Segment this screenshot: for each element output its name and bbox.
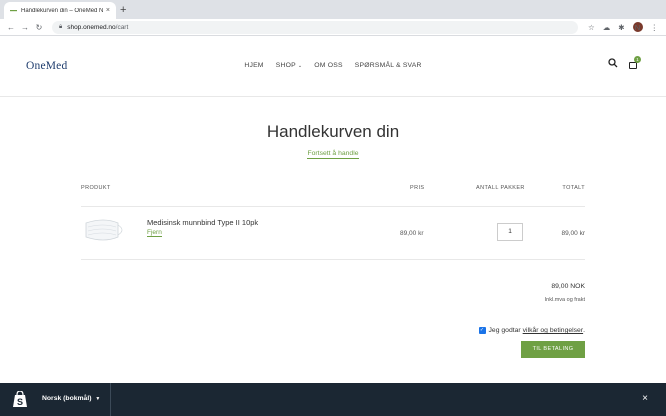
language-bar: S Norsk (bokmål) ▼ × (0, 383, 666, 416)
url-path: /cart (115, 23, 129, 31)
lock-icon: 🔒︎ (59, 23, 63, 30)
terms-checkbox[interactable]: ✓ (478, 327, 486, 334)
browser-toolbar-icons: ☆ ☁ ✱ N ⋮ (584, 22, 662, 32)
url-field[interactable]: 🔒︎ shop.onemed.no/cart (52, 20, 578, 34)
cart-count-badge: 1 (634, 56, 641, 63)
cart-bag-shape (629, 62, 637, 69)
continue-shopping: Fortsett å handle (0, 150, 666, 159)
main-navigation: HJEM SHOP ⌄ OM OSS SPØRSMÅL & SVAR (0, 62, 666, 69)
quantity-input[interactable]: 1 (497, 223, 523, 241)
terms-prefix: Jeg godtar (488, 327, 521, 334)
cart-icon[interactable]: 1 (628, 56, 641, 70)
address-bar-row: ← → ↻ 🔒︎ shop.onemed.no/cart ☆ ☁ ✱ N ⋮ (0, 19, 666, 36)
back-icon[interactable]: ← (4, 23, 18, 32)
cart-subtotal: 89,00 NOK (551, 283, 585, 290)
favicon-icon (10, 7, 17, 14)
continue-shopping-link[interactable]: Fortsett å handle (307, 150, 359, 159)
remove-item-link[interactable]: Fjern (147, 229, 162, 237)
item-total: 89,00 kr (561, 230, 586, 237)
chevron-down-icon: ⌄ (297, 63, 303, 69)
search-icon[interactable] (608, 58, 618, 71)
nav-item-hjem[interactable]: HJEM (244, 62, 263, 69)
shopify-bag-icon: S (13, 391, 27, 407)
product-name[interactable]: Medisinsk munnbind Type II 10pk (147, 218, 258, 227)
site-header: OneMed HJEM SHOP ⌄ OM OSS SPØRSMÅL & SVA… (0, 36, 666, 97)
caret-down-icon: ▼ (95, 396, 101, 402)
language-selector-label: Norsk (bokmål) (42, 395, 92, 402)
browser-tab-bar: Handlekurven din – OneMed N × + (0, 0, 666, 19)
url-host: shop.onemed.no (67, 23, 116, 31)
product-image[interactable] (82, 215, 126, 245)
item-price: 89,00 kr (400, 230, 424, 237)
terms-suffix: . (583, 327, 585, 334)
tax-note: Inkl.mva og frakt (544, 297, 585, 303)
language-selector[interactable]: Norsk (bokmål) ▼ (42, 395, 100, 402)
browser-tab-title: Handlekurven din – OneMed N (21, 7, 104, 14)
header-icons: 1 (608, 56, 641, 71)
page-title: Handlekurven din (266, 122, 400, 141)
column-header-price: PRIS (410, 185, 425, 191)
column-header-total: TOTALT (562, 185, 585, 191)
cloud-extension-icon[interactable]: ☁ (603, 23, 611, 32)
extensions-puzzle-icon[interactable]: ✱ (618, 23, 624, 32)
terms-link[interactable]: vilkår og betingelser (523, 327, 583, 334)
svg-text:S: S (17, 397, 23, 407)
browser-menu-icon[interactable]: ⋮ (651, 23, 659, 32)
reload-icon[interactable]: ↻ (32, 23, 46, 32)
divider (110, 383, 111, 416)
nav-item-shop[interactable]: SHOP ⌄ (276, 62, 302, 69)
browser-tab[interactable]: Handlekurven din – OneMed N × (4, 2, 116, 19)
divider (81, 259, 585, 260)
new-tab-button[interactable]: + (120, 3, 126, 17)
nav-item-shop-label: SHOP (275, 62, 296, 69)
column-header-quantity: ANTALL PAKKER (476, 185, 525, 191)
bookmark-star-icon[interactable]: ☆ (588, 23, 595, 32)
checkout-button[interactable]: TIL BETALING (521, 341, 585, 358)
terms-agreement: ✓ Jeg godtar vilkår og betingelser. (478, 327, 585, 334)
close-icon[interactable]: × (642, 393, 648, 404)
nav-item-om-oss[interactable]: OM OSS (314, 62, 342, 69)
tab-close-icon[interactable]: × (106, 7, 110, 14)
profile-avatar[interactable]: N (632, 22, 643, 32)
divider (81, 206, 585, 207)
forward-icon[interactable]: → (18, 23, 32, 32)
column-header-product: PRODUKT (81, 185, 111, 191)
nav-item-faq[interactable]: SPØRSMÅL & SVAR (355, 62, 422, 69)
